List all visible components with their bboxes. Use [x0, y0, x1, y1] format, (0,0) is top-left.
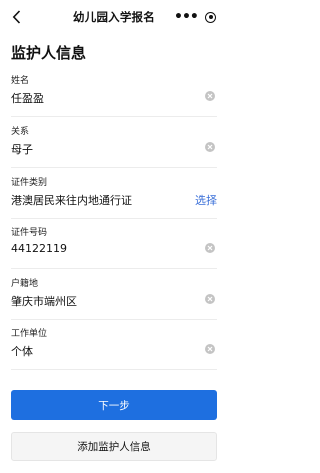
clear-icon[interactable] [205, 344, 215, 354]
field-value[interactable]: 肇庆市端州区 [11, 293, 77, 309]
field-value[interactable]: 44122119 [11, 242, 67, 255]
clear-icon[interactable] [205, 243, 215, 253]
field-label: 工作单位 [11, 329, 48, 339]
clear-icon[interactable] [205, 142, 215, 152]
household-registration-field[interactable]: 户籍地 肇庆市端州区 [11, 275, 217, 320]
field-value[interactable]: 任盈盈 [11, 90, 44, 106]
field-label: 证件号码 [11, 228, 48, 238]
id-type-field[interactable]: 证件类别 港澳居民来往内地通行证 选择 [11, 174, 217, 219]
more-icon[interactable]: ••• [174, 10, 199, 24]
field-label: 关系 [11, 127, 30, 137]
field-label: 户籍地 [11, 279, 39, 289]
page-title: 监护人信息 [11, 44, 87, 62]
clear-icon[interactable] [205, 91, 215, 101]
nav-title: 幼儿园入学报名 [73, 10, 155, 24]
field-value[interactable]: 母子 [11, 141, 33, 157]
id-number-field[interactable]: 证件号码 44122119 [11, 224, 217, 269]
add-guardian-button[interactable]: 添加监护人信息 [11, 432, 217, 461]
mini-program-capsule: ••• [170, 7, 220, 27]
employer-field[interactable]: 工作单位 个体 [11, 325, 217, 370]
field-label: 证件类别 [11, 178, 48, 188]
name-field[interactable]: 姓名 任盈盈 [11, 72, 217, 117]
select-link[interactable]: 选择 [195, 192, 217, 208]
next-step-button[interactable]: 下一步 [11, 390, 217, 420]
chevron-left-icon[interactable] [8, 8, 24, 26]
relationship-field[interactable]: 关系 母子 [11, 123, 217, 168]
field-value: 港澳居民来往内地通行证 [11, 194, 132, 207]
target-icon[interactable] [205, 11, 216, 23]
field-label: 姓名 [11, 76, 30, 86]
navigation-bar: 幼儿园入学报名 ••• [0, 0, 228, 34]
field-value[interactable]: 个体 [11, 343, 33, 359]
clear-icon[interactable] [205, 294, 215, 304]
